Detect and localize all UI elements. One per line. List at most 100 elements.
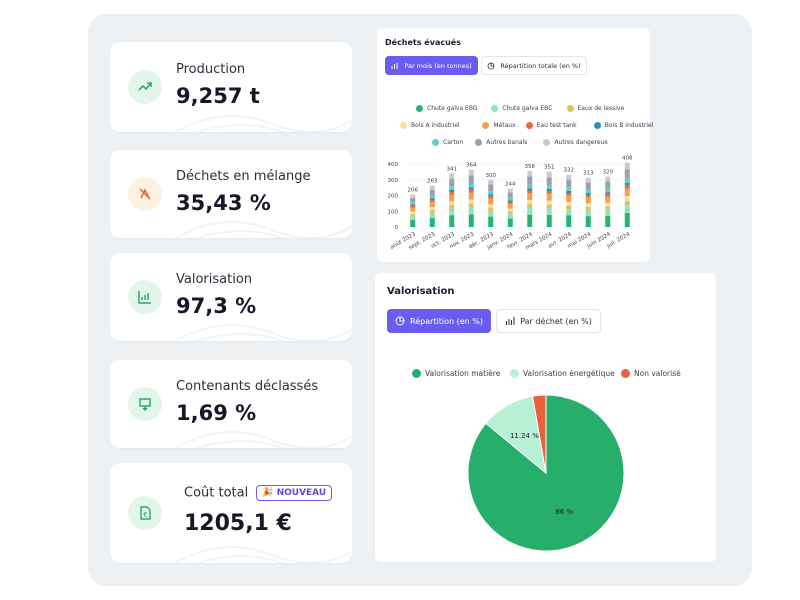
bar-segment-eau-test-tank — [566, 193, 572, 196]
bar-segment-eau-test-tank — [585, 194, 591, 198]
bar-segment-eaux-de-lessive — [566, 205, 572, 210]
bar-segment-bois-a-industriel — [507, 208, 513, 212]
bar-segment-chute-galva-ebc — [449, 208, 455, 216]
y-tick-label: 200 — [388, 194, 399, 200]
bar-segment-autres-dangereux — [566, 174, 572, 180]
bar-segment-chute-galva-ebc — [410, 215, 416, 220]
bar-segment-eau-test-tank — [429, 200, 435, 203]
bar-segment-autres-banals — [429, 189, 435, 196]
bar-segment-carton — [507, 197, 513, 201]
bar-segment-eaux-de-lessive — [410, 213, 416, 216]
bar-segment-chute-galva-ebg — [605, 215, 611, 227]
recycle-strike-icon — [128, 177, 162, 211]
trend-up-icon — [128, 70, 162, 104]
bar-segment-autres-banals — [468, 175, 474, 184]
bar-segment-metaux — [546, 193, 552, 201]
bar-segment-chute-galva-ebg — [449, 215, 455, 227]
bar-segment-carton — [566, 187, 572, 191]
bar-segment-autres-banals — [507, 192, 513, 198]
bar-segment-eau-test-tank — [410, 205, 416, 208]
bar-segment-autres-dangereux — [488, 179, 494, 185]
kpi-label-text: Coût total — [184, 485, 249, 501]
bar-segment-autres-banals — [449, 178, 455, 187]
bar-segment-autres-dangereux — [527, 170, 533, 177]
bar-segment-bois-b-industriel — [507, 200, 513, 203]
bar-segment-bois-b-industriel — [546, 188, 552, 192]
bar-segment-eaux-de-lessive — [488, 207, 494, 211]
bar-segment-metaux — [468, 192, 474, 200]
bar-total-label: 206 — [408, 188, 419, 194]
bar-segment-bois-b-industriel — [566, 190, 572, 194]
bar-segment-bois-b-industriel — [410, 204, 416, 206]
kpi-card-valorisation: Valorisation 97,3 % — [110, 253, 352, 341]
bar-segment-eaux-de-lessive — [605, 206, 611, 210]
bar-segment-eau-test-tank — [624, 185, 630, 189]
bar-segment-eau-test-tank — [546, 191, 552, 194]
bar-segment-bois-a-industriel — [410, 211, 416, 214]
bar-total-label: 332 — [564, 168, 575, 174]
bar-segment-carton — [546, 184, 552, 189]
bar-segment-eaux-de-lessive — [429, 210, 435, 213]
bar-segment-bois-a-industriel — [527, 200, 533, 205]
new-badge-label: NOUVEAU — [276, 488, 327, 498]
bar-segment-autres-dangereux — [624, 162, 630, 170]
bar-segment-bois-b-industriel — [468, 187, 474, 190]
bar-segment-carton — [410, 202, 416, 205]
bar-segment-eau-test-tank — [507, 202, 513, 204]
kpi-label: Production — [176, 62, 246, 77]
bar-segment-bois-b-industriel — [527, 188, 533, 191]
valorisation-pie-chart: 86 % 11.24 % — [467, 394, 625, 552]
kpi-value: 1,69 % — [176, 401, 257, 425]
bar-segment-metaux — [624, 188, 630, 197]
bar-segment-autres-banals — [566, 179, 572, 188]
bar-segment-eaux-de-lessive — [624, 200, 630, 206]
bar-segment-chute-galva-ebg — [546, 214, 552, 227]
bar-total-label: 408 — [622, 156, 633, 162]
svg-text:€: € — [143, 511, 147, 519]
bar-segment-autres-banals — [546, 177, 552, 185]
bar-segment-autres-dangereux — [410, 194, 416, 198]
bar-segment-eaux-de-lessive — [468, 203, 474, 208]
waste-bar-chart: 0100200300400206août 2023263sept. 202334… — [388, 156, 637, 252]
bar-segment-eau-test-tank — [488, 196, 494, 199]
bar-segment-autres-dangereux — [429, 185, 435, 190]
bar-segment-bois-a-industriel — [546, 200, 552, 205]
bar-segment-bois-b-industriel — [429, 198, 435, 201]
kpi-label: Coût total 🎉 NOUVEAU — [184, 485, 333, 501]
kpi-card-total-cost: € Coût total 🎉 NOUVEAU 1205,1 € — [110, 463, 352, 563]
bar-segment-carton — [605, 188, 611, 193]
bar-segment-carton — [624, 178, 630, 183]
bar-total-label: 364 — [466, 163, 477, 169]
bar-segment-metaux — [449, 194, 455, 202]
bar-segment-chute-galva-ebg — [585, 216, 591, 227]
bar-segment-metaux — [410, 207, 416, 212]
bar-segment-autres-dangereux — [468, 169, 474, 176]
bar-segment-chute-galva-ebg — [488, 216, 494, 227]
bar-segment-autres-banals — [585, 182, 591, 190]
bar-segment-eau-test-tank — [605, 194, 611, 197]
bar-segment-autres-dangereux — [605, 176, 611, 182]
bar-segment-metaux — [605, 196, 611, 203]
bar-segment-bois-a-industriel — [468, 199, 474, 204]
bar-segment-autres-banals — [605, 181, 611, 189]
bar-segment-autres-banals — [527, 176, 533, 185]
kpi-value: 9,257 t — [176, 84, 260, 108]
bar-segment-chute-galva-ebg — [468, 214, 474, 227]
bar-segment-chute-galva-ebg — [429, 217, 435, 227]
bar-segment-eaux-de-lessive — [527, 204, 533, 208]
y-tick-label: 100 — [388, 209, 399, 215]
new-badge: 🎉 NOUVEAU — [256, 485, 333, 501]
bar-segment-bois-a-industriel — [624, 196, 630, 201]
bar-total-label: 300 — [486, 173, 497, 179]
bar-segment-chute-galva-ebc — [507, 213, 513, 219]
bar-segment-bois-a-industriel — [488, 204, 494, 208]
kpi-label: Déchets en mélange — [176, 169, 311, 184]
bar-segment-eau-test-tank — [468, 189, 474, 193]
bar-segment-metaux — [585, 197, 591, 204]
waste-chart-card: Déchets évacués Par mois (en tonnes) Rép… — [377, 28, 653, 262]
bar-segment-carton — [468, 183, 474, 188]
bar-segment-carton — [488, 191, 494, 195]
euro-document-icon: € — [128, 496, 162, 530]
bar-segment-metaux — [527, 193, 533, 201]
bar-segment-chute-galva-ebg — [624, 212, 630, 227]
